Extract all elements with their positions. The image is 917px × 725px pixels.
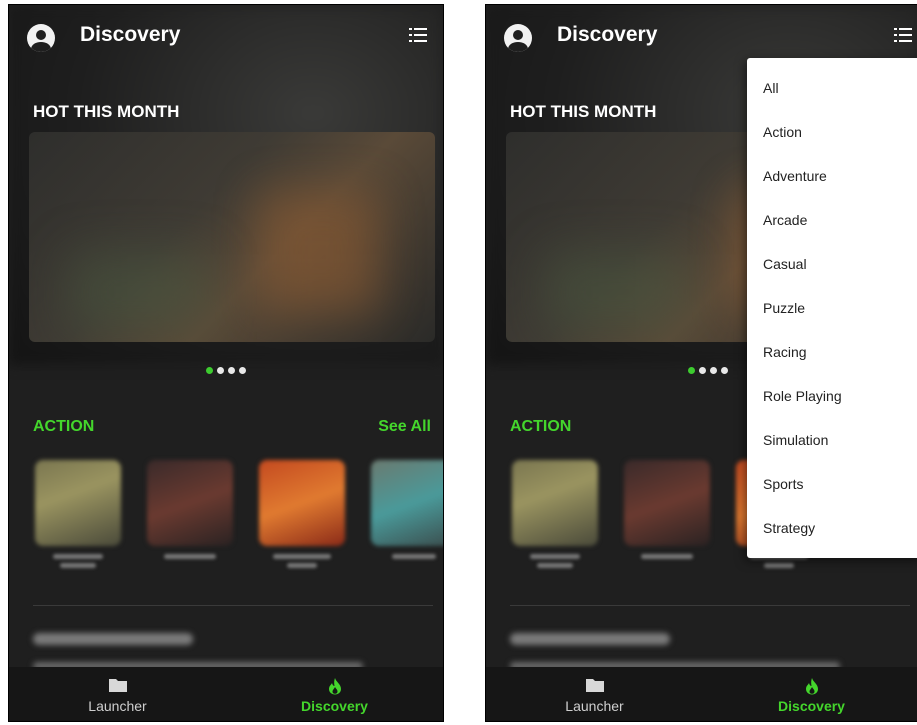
about-heading-blurred — [33, 633, 193, 645]
game-thumbnail — [147, 460, 233, 546]
game-thumbnail — [512, 460, 598, 546]
nav-launcher-label: Launcher — [88, 698, 147, 714]
game-thumbnail — [624, 460, 710, 546]
menu-item-all[interactable]: All — [747, 66, 917, 110]
carousel-dot[interactable] — [217, 367, 224, 374]
nav-launcher[interactable]: Launcher — [486, 667, 703, 721]
divider — [510, 605, 910, 606]
carousel-dot[interactable] — [721, 367, 728, 374]
avatar[interactable] — [27, 24, 55, 52]
menu-item-simulation[interactable]: Simulation — [747, 418, 917, 462]
game-card[interactable] — [624, 460, 710, 584]
menu-item-action[interactable]: Action — [747, 110, 917, 154]
carousel-dot[interactable] — [688, 367, 695, 374]
carousel-dots — [9, 367, 443, 374]
game-thumbnail — [371, 460, 443, 546]
bottom-nav: Launcher Discovery — [486, 667, 917, 721]
list-menu-icon[interactable] — [894, 27, 912, 43]
nav-discovery-label: Discovery — [301, 698, 368, 714]
menu-item-strategy[interactable]: Strategy — [747, 506, 917, 550]
nav-discovery-label: Discovery — [778, 698, 845, 714]
menu-item-puzzle[interactable]: Puzzle — [747, 286, 917, 330]
nav-launcher[interactable]: Launcher — [9, 667, 226, 721]
action-section-title: ACTION — [510, 418, 572, 435]
category-dropdown-menu: All Action Adventure Arcade Casual Puzzl… — [747, 58, 917, 558]
nav-discovery[interactable]: Discovery — [226, 667, 443, 721]
game-card[interactable] — [512, 460, 598, 584]
menu-item-racing[interactable]: Racing — [747, 330, 917, 374]
page-title: Discovery — [557, 23, 658, 46]
folder-icon — [585, 679, 604, 692]
game-card[interactable] — [147, 460, 233, 584]
flame-icon — [328, 678, 341, 695]
game-thumbnail — [35, 460, 121, 546]
menu-item-adventure[interactable]: Adventure — [747, 154, 917, 198]
carousel-dot[interactable] — [228, 367, 235, 374]
nav-discovery[interactable]: Discovery — [703, 667, 917, 721]
folder-icon — [108, 679, 127, 692]
menu-item-role-playing[interactable]: Role Playing — [747, 374, 917, 418]
list-menu-icon[interactable] — [409, 27, 427, 43]
game-card[interactable] — [35, 460, 121, 584]
game-card[interactable] — [259, 460, 345, 584]
nav-launcher-label: Launcher — [565, 698, 624, 714]
carousel-dot[interactable] — [206, 367, 213, 374]
flame-icon — [805, 678, 818, 695]
menu-item-arcade[interactable]: Arcade — [747, 198, 917, 242]
discovery-screen: Discovery HOT THIS MONTH ACTION See All — [8, 4, 444, 722]
game-row — [35, 460, 443, 590]
carousel-dot[interactable] — [239, 367, 246, 374]
game-thumbnail — [259, 460, 345, 546]
bottom-nav: Launcher Discovery — [9, 667, 443, 721]
game-card[interactable] — [371, 460, 443, 584]
menu-item-sports[interactable]: Sports — [747, 462, 917, 506]
see-all-link[interactable]: See All — [378, 418, 431, 436]
about-heading-blurred — [510, 633, 670, 645]
action-section-title: ACTION — [33, 418, 95, 435]
carousel-dot[interactable] — [710, 367, 717, 374]
page-title: Discovery — [80, 23, 181, 46]
carousel-dot[interactable] — [699, 367, 706, 374]
hot-section-title: HOT THIS MONTH — [510, 102, 657, 121]
divider — [33, 605, 433, 606]
top-bar: Discovery — [9, 5, 443, 67]
hot-section-title: HOT THIS MONTH — [33, 102, 180, 121]
avatar[interactable] — [504, 24, 532, 52]
menu-item-casual[interactable]: Casual — [747, 242, 917, 286]
featured-banner[interactable] — [29, 132, 435, 342]
